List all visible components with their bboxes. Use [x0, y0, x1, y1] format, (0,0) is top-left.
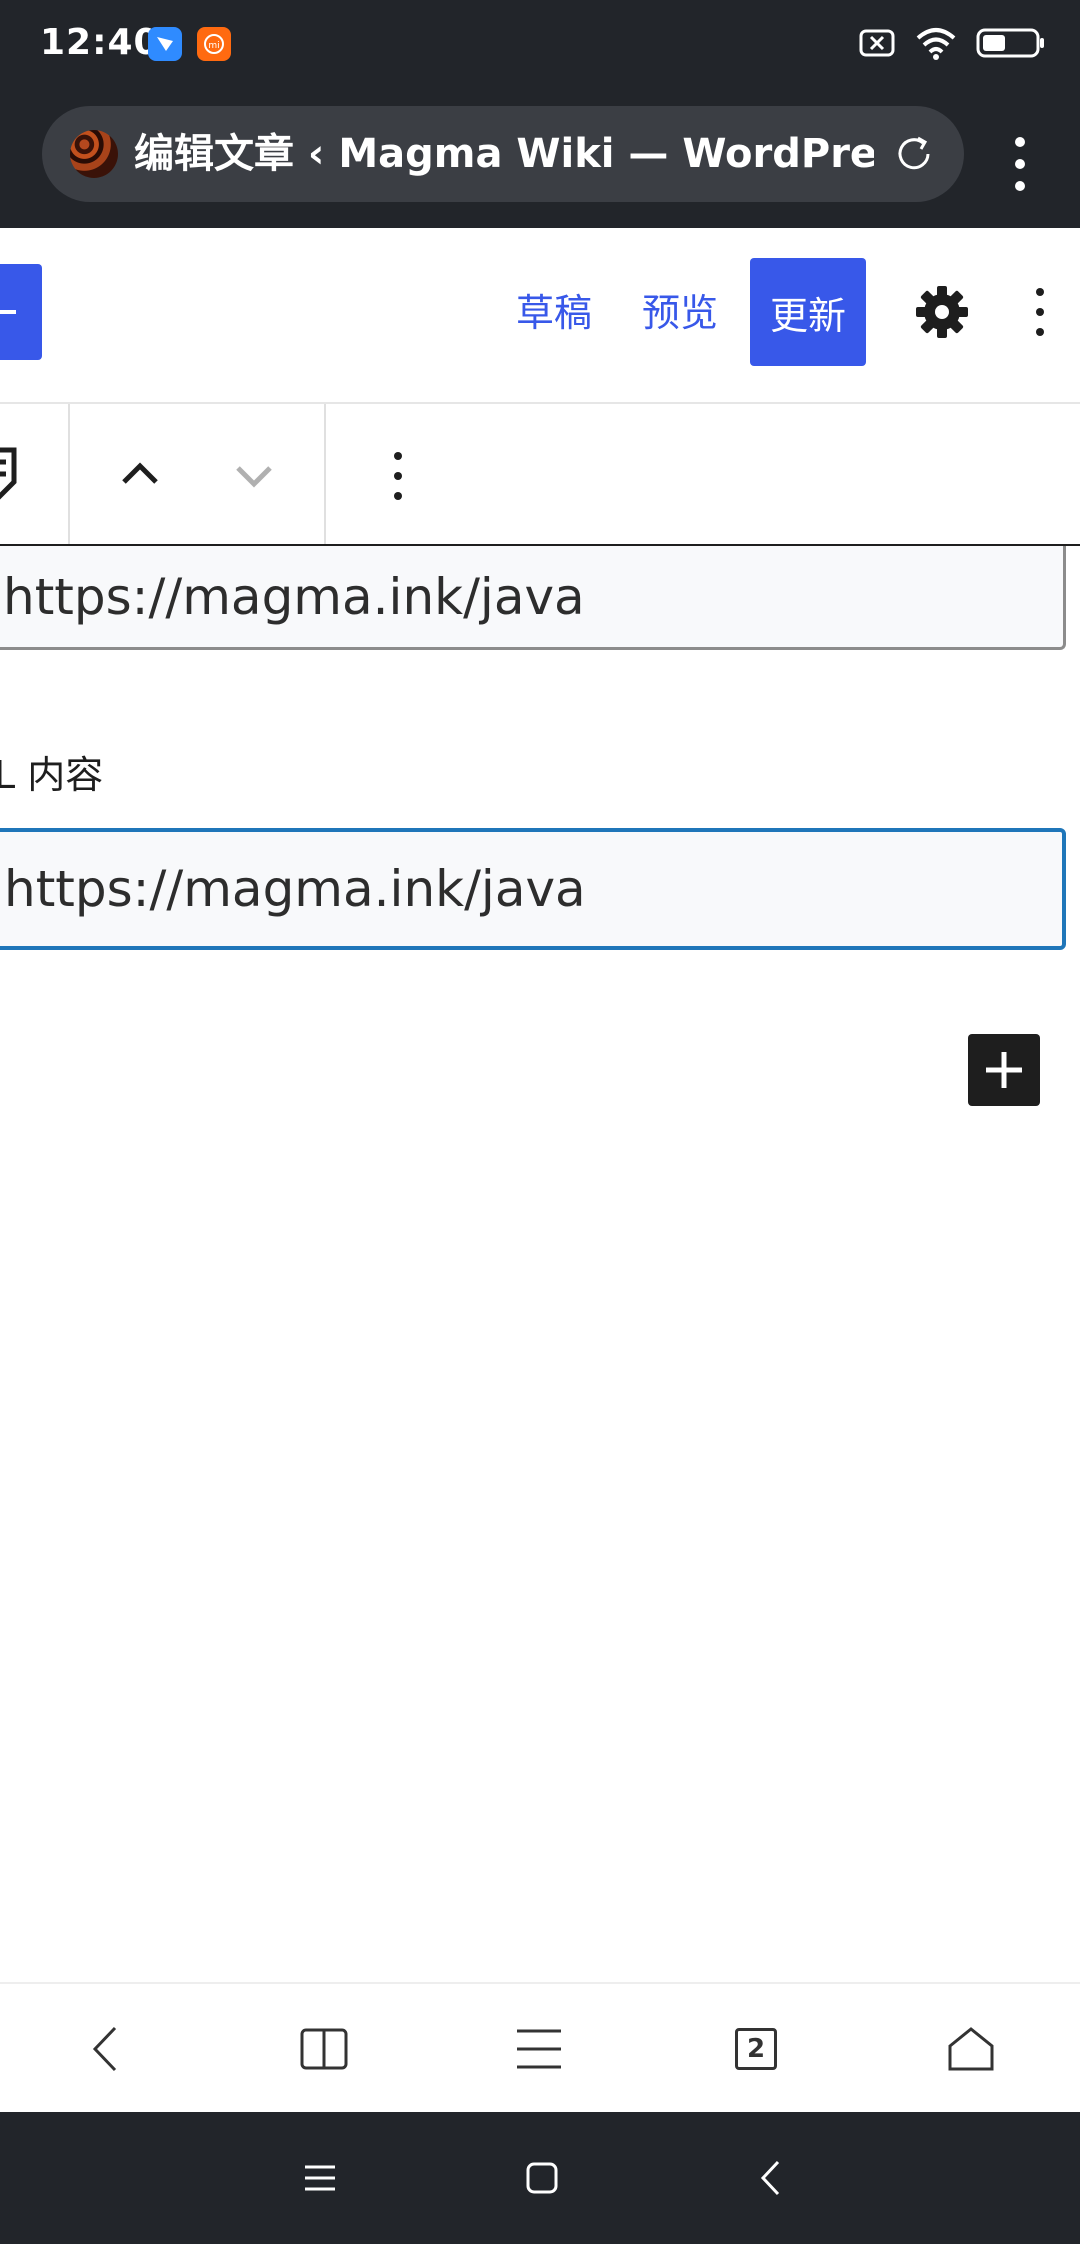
save-draft-button[interactable]: 草稿 — [516, 282, 592, 337]
move-up-button[interactable] — [112, 446, 168, 502]
block-toolbar — [0, 404, 1080, 546]
no-sim-icon — [858, 28, 896, 62]
system-home-icon[interactable] — [512, 2148, 572, 2208]
system-nav-bar — [0, 2112, 1080, 2244]
site-favicon-icon — [70, 130, 118, 178]
url-input-2[interactable]: https://magma.ink/java — [0, 828, 1066, 950]
editor-header: 草稿 预览 更新 — [0, 228, 1080, 404]
battery-icon — [976, 27, 1046, 63]
browser-bottom-nav: 2 — [0, 1982, 1080, 2112]
more-options-icon[interactable] — [1024, 284, 1056, 340]
recent-apps-icon[interactable] — [290, 2148, 350, 2208]
system-back-icon[interactable] — [740, 2148, 800, 2208]
status-time: 12:40 — [40, 22, 160, 63]
page-title: 编辑文章 ‹ Magma Wiki — WordPress — [134, 131, 874, 177]
gear-icon[interactable] — [914, 284, 970, 340]
block-type-icon[interactable] — [0, 444, 26, 504]
reload-icon[interactable] — [890, 130, 938, 178]
menu-icon[interactable] — [504, 2014, 574, 2084]
tab-count: 2 — [735, 2028, 777, 2070]
tabs-button[interactable]: 2 — [721, 2014, 791, 2084]
block-options-icon[interactable] — [382, 446, 414, 506]
status-bar: 12:40 mi — [0, 0, 1080, 92]
mi-icon: mi — [197, 27, 231, 61]
browser-address-bar: 编辑文章 ‹ Magma Wiki — WordPress — [0, 92, 1080, 228]
block-inserter-button[interactable] — [0, 264, 42, 360]
svg-text:mi: mi — [208, 41, 219, 51]
content-field-label: L 内容 — [0, 753, 104, 797]
update-button[interactable]: 更新 — [750, 258, 866, 366]
toolbar-divider — [324, 404, 326, 544]
bookmarks-icon[interactable] — [289, 2014, 359, 2084]
toolbar-divider — [68, 404, 70, 544]
home-icon[interactable] — [936, 2014, 1006, 2084]
url-field[interactable]: 编辑文章 ‹ Magma Wiki — WordPress — [42, 106, 964, 202]
url-input-1[interactable]: https://magma.ink/java — [0, 546, 1066, 650]
wifi-icon — [914, 26, 958, 64]
browser-menu-icon[interactable] — [996, 132, 1044, 196]
feishu-icon — [148, 27, 182, 61]
add-block-button[interactable] — [968, 1034, 1040, 1106]
back-icon[interactable] — [70, 2014, 140, 2084]
move-down-button[interactable] — [226, 446, 282, 502]
preview-button[interactable]: 预览 — [642, 282, 718, 337]
